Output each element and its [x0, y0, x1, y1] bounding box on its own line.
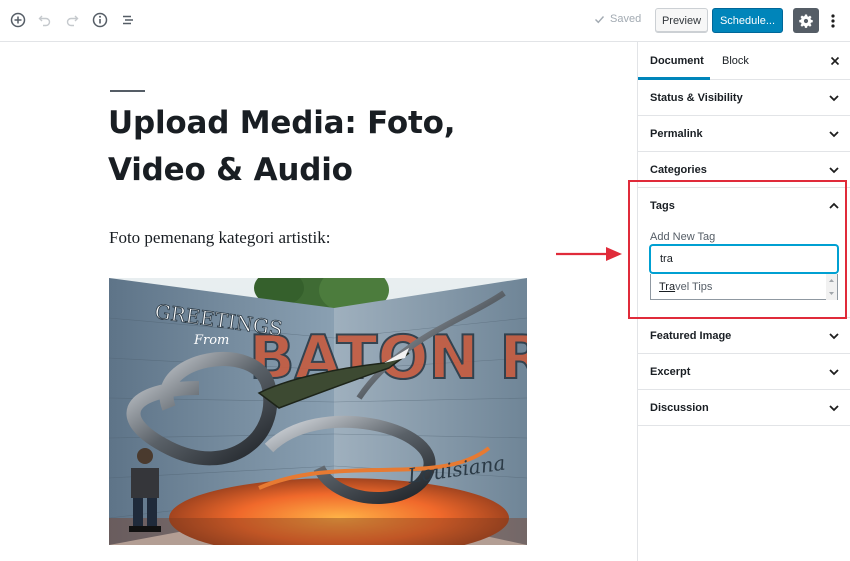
panel-discussion[interactable]: Discussion [638, 390, 850, 426]
panel-featured-image[interactable]: Featured Image [638, 318, 850, 354]
suggestion-rest: vel Tips [675, 281, 713, 293]
chevron-down-icon [829, 333, 839, 340]
settings-button[interactable] [793, 8, 819, 33]
settings-sidebar: Document Block Status & Visibility Perma… [637, 42, 850, 561]
tag-input-field[interactable]: tra [650, 245, 838, 273]
tab-block[interactable]: Block [722, 42, 749, 80]
preview-button[interactable]: Preview [655, 8, 708, 33]
schedule-button[interactable]: Schedule... [712, 8, 783, 33]
sidebar-tabs: Document Block [638, 42, 850, 80]
chevron-down-icon [829, 95, 839, 102]
gear-icon [799, 13, 813, 28]
panel-permalink[interactable]: Permalink [638, 116, 850, 152]
tab-document[interactable]: Document [650, 42, 704, 80]
post-title[interactable]: Upload Media: Foto, Video & Audio [108, 100, 508, 194]
panel-title: Discussion [650, 402, 709, 414]
tag-suggestions-list: Travel Tips [650, 274, 838, 300]
panel-title: Status & Visibility [650, 92, 743, 104]
title-separator [110, 90, 145, 92]
undo-icon[interactable] [35, 10, 55, 30]
more-options-button[interactable] [826, 10, 840, 32]
post-image-mural[interactable]: BATON ROUGE GREETINGS From Louisiana [109, 278, 527, 545]
tag-suggestion-item[interactable]: Travel Tips [659, 281, 712, 293]
saved-status: Saved [594, 13, 641, 25]
panel-title[interactable]: Tags [650, 188, 675, 224]
mural-from-text: From [193, 333, 229, 348]
panel-categories[interactable]: Categories [638, 152, 850, 188]
close-sidebar-button[interactable] [828, 54, 842, 68]
check-icon [595, 15, 605, 23]
panel-title: Permalink [650, 128, 703, 140]
add-tag-label: Add New Tag [650, 231, 716, 243]
chevron-down-icon [829, 131, 839, 138]
saved-label: Saved [610, 13, 642, 25]
suggestion-match: Tra [659, 281, 676, 293]
chevron-down-icon [829, 369, 839, 376]
suggestions-scrollbar[interactable] [826, 274, 837, 300]
list-view-icon[interactable] [118, 10, 138, 30]
editor-toolbar: Saved Preview Schedule... [0, 0, 850, 42]
panel-status-visibility[interactable]: Status & Visibility [638, 80, 850, 116]
chevron-down-icon [829, 167, 839, 174]
panel-title: Excerpt [650, 366, 691, 378]
tag-input-value: tra [660, 253, 673, 265]
close-icon [830, 56, 840, 66]
chevron-up-icon[interactable] [828, 200, 840, 212]
panel-excerpt[interactable]: Excerpt [638, 354, 850, 390]
editor-canvas: Upload Media: Foto, Video & Audio Foto p… [0, 42, 637, 561]
chevron-down-icon [829, 405, 839, 412]
panel-title: Featured Image [650, 330, 732, 342]
info-icon[interactable] [90, 10, 110, 30]
post-paragraph[interactable]: Foto pemenang kategori artistik: [109, 228, 330, 248]
add-block-icon[interactable] [8, 10, 28, 30]
more-vertical-icon [831, 14, 835, 28]
panel-tags: Tags Add New Tag tra Travel Tips [638, 188, 850, 318]
redo-icon[interactable] [62, 10, 82, 30]
annotation-arrow-icon [556, 247, 622, 261]
panel-title: Categories [650, 164, 707, 176]
